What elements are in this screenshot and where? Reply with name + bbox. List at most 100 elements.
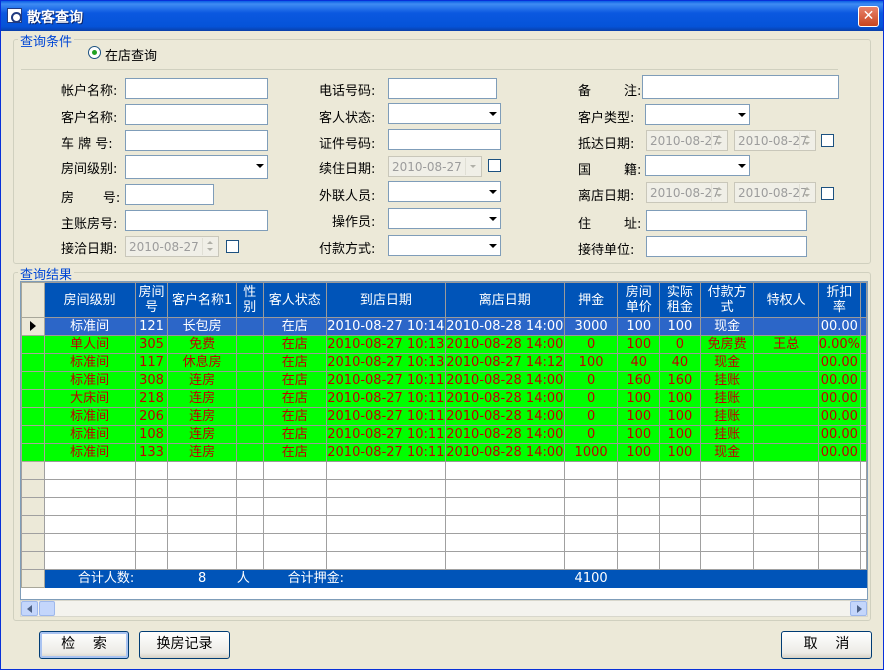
column-header-arrive[interactable]: 到店日期: [325, 282, 446, 318]
cell-status[interactable]: 在店: [262, 317, 327, 336]
column-header-room[interactable]: 房间 号: [134, 282, 169, 318]
cell-room[interactable]: 218: [134, 389, 169, 408]
in-store-query-radio[interactable]: [88, 46, 101, 59]
cell-arrive[interactable]: 2010-08-27 10:11: [325, 425, 446, 444]
column-header-level[interactable]: 房间级别: [43, 282, 136, 318]
cell-leave[interactable]: 2010-08-28 14:00: [444, 371, 565, 390]
cell-name[interactable]: 连房: [167, 389, 237, 408]
cell-status[interactable]: 在店: [262, 407, 327, 426]
row-selector[interactable]: [21, 317, 45, 336]
cell-level[interactable]: 标准间: [43, 443, 136, 462]
cell-vip[interactable]: [753, 425, 819, 444]
cell-deposit[interactable]: 3000: [563, 317, 619, 336]
cell-leave[interactable]: 2010-08-28 14:00: [444, 443, 565, 462]
cell-leave[interactable]: 2010-08-28 14:00: [444, 389, 565, 408]
cell-rent[interactable]: 0: [659, 335, 701, 354]
arrive-date-to-picker[interactable]: 2010-08-27: [734, 130, 816, 151]
contact-date-picker[interactable]: 2010-08-27: [125, 236, 219, 257]
cell-level[interactable]: 标准间: [43, 425, 136, 444]
cell-discount[interactable]: 00.00: [817, 443, 862, 462]
cell-status[interactable]: 在店: [262, 425, 327, 444]
cell-room[interactable]: 121: [134, 317, 169, 336]
cell-price[interactable]: 40: [617, 353, 661, 372]
payment-select[interactable]: [388, 235, 501, 256]
cell-pay[interactable]: 现金: [699, 317, 755, 336]
room-level-select[interactable]: [125, 155, 268, 179]
cell-level[interactable]: 标准间: [43, 371, 136, 390]
cell-room[interactable]: 305: [134, 335, 169, 354]
cell-arrive[interactable]: 2010-08-27 10:14: [325, 317, 446, 336]
cell-status[interactable]: 在店: [262, 389, 327, 408]
cell-rent[interactable]: 100: [659, 443, 701, 462]
cell-arrive[interactable]: 2010-08-27 10:11: [325, 371, 446, 390]
cell-level[interactable]: 标准间: [43, 317, 136, 336]
row-selector[interactable]: [21, 425, 45, 444]
cell-price[interactable]: 100: [617, 335, 661, 354]
table-row[interactable]: 大床间 218 连房 在店 2010-08-27 10:11 2010-08-28 14:…: [21, 389, 867, 408]
spinner-icon[interactable]: [711, 184, 726, 201]
chevron-down-icon[interactable]: [484, 183, 499, 200]
cell-status[interactable]: 在店: [262, 353, 327, 372]
cell-name[interactable]: 免费: [167, 335, 237, 354]
cell-deposit[interactable]: 0: [563, 371, 619, 390]
cell-discount[interactable]: 00.00: [817, 389, 862, 408]
table-row[interactable]: 标准间 108 连房 在店 2010-08-27 10:11 2010-08-28 14:…: [21, 425, 867, 444]
cell-name[interactable]: 连房: [167, 425, 237, 444]
contact-date-checkbox[interactable]: [226, 240, 239, 253]
table-row[interactable]: 标准间 121 长包房 在店 2010-08-27 10:14 2010-08-28 14…: [21, 317, 867, 336]
cell-level[interactable]: 标准间: [43, 353, 136, 372]
cell-sex[interactable]: [235, 425, 264, 444]
cell-rent[interactable]: 100: [659, 425, 701, 444]
horizontal-scrollbar[interactable]: [20, 600, 868, 617]
cell-leave[interactable]: 2010-08-28 14:00: [444, 407, 565, 426]
row-selector[interactable]: [21, 443, 45, 462]
cell-pay[interactable]: 挂账: [699, 371, 755, 390]
extend-date-checkbox[interactable]: [488, 159, 501, 172]
operator-select[interactable]: [388, 208, 501, 229]
cell-pay[interactable]: 挂账: [699, 425, 755, 444]
spinner-icon[interactable]: [799, 132, 814, 149]
column-header-status[interactable]: 客人状态: [262, 282, 327, 318]
nationality-select[interactable]: [645, 155, 750, 176]
row-selector[interactable]: [21, 389, 45, 408]
cell-rent[interactable]: 160: [659, 371, 701, 390]
cell-deposit[interactable]: 100: [563, 353, 619, 372]
cell-leave[interactable]: 2010-08-27 14:12: [444, 353, 565, 372]
customer-type-select[interactable]: [645, 104, 750, 125]
column-header-sex[interactable]: 性 别: [235, 282, 264, 318]
leave-date-from-picker[interactable]: 2010-08-27: [646, 182, 728, 203]
table-row[interactable]: 标准间 308 连房 在店 2010-08-27 10:11 2010-08-28 14:…: [21, 371, 867, 390]
cell-rent[interactable]: 40: [659, 353, 701, 372]
column-header-deposit[interactable]: 押金: [563, 282, 619, 318]
cell-deposit[interactable]: 1000: [563, 443, 619, 462]
cell-sex[interactable]: [235, 389, 264, 408]
table-row[interactable]: 标准间 206 连房 在店 2010-08-27 10:11 2010-08-28 14:…: [21, 407, 867, 426]
cell-discount[interactable]: 00.00: [817, 407, 862, 426]
remark-input[interactable]: [642, 75, 839, 99]
chevron-down-icon[interactable]: [465, 158, 480, 175]
cell-name[interactable]: 连房: [167, 371, 237, 390]
cell-arrive[interactable]: 2010-08-27 10:13: [325, 335, 446, 354]
table-row[interactable]: 标准间 133 连房 在店 2010-08-27 10:11 2010-08-28 14:…: [21, 443, 867, 462]
cell-deposit[interactable]: 0: [563, 407, 619, 426]
chevron-down-icon[interactable]: [733, 106, 748, 123]
search-button[interactable]: 检 索: [39, 631, 129, 659]
column-header-price[interactable]: 房间 单价: [617, 282, 661, 318]
customer-name-input[interactable]: [125, 104, 268, 125]
chevron-down-icon[interactable]: [484, 105, 499, 122]
cell-level[interactable]: 标准间: [43, 407, 136, 426]
main-room-no-input[interactable]: [125, 210, 268, 231]
guest-status-select[interactable]: [388, 103, 501, 124]
arrive-date-from-picker[interactable]: 2010-08-27: [646, 130, 728, 151]
cell-discount[interactable]: 00.00: [817, 353, 862, 372]
cell-arrive[interactable]: 2010-08-27 10:11: [325, 389, 446, 408]
extend-date-picker[interactable]: 2010-08-27: [388, 156, 482, 177]
cell-sex[interactable]: [235, 407, 264, 426]
column-header-rent[interactable]: 实际 租金: [659, 282, 701, 318]
cell-discount[interactable]: 00.00: [817, 425, 862, 444]
address-input[interactable]: [646, 210, 807, 231]
cell-vip[interactable]: [753, 389, 819, 408]
cell-vip[interactable]: [753, 353, 819, 372]
cell-room[interactable]: 308: [134, 371, 169, 390]
cell-sex[interactable]: [235, 353, 264, 372]
